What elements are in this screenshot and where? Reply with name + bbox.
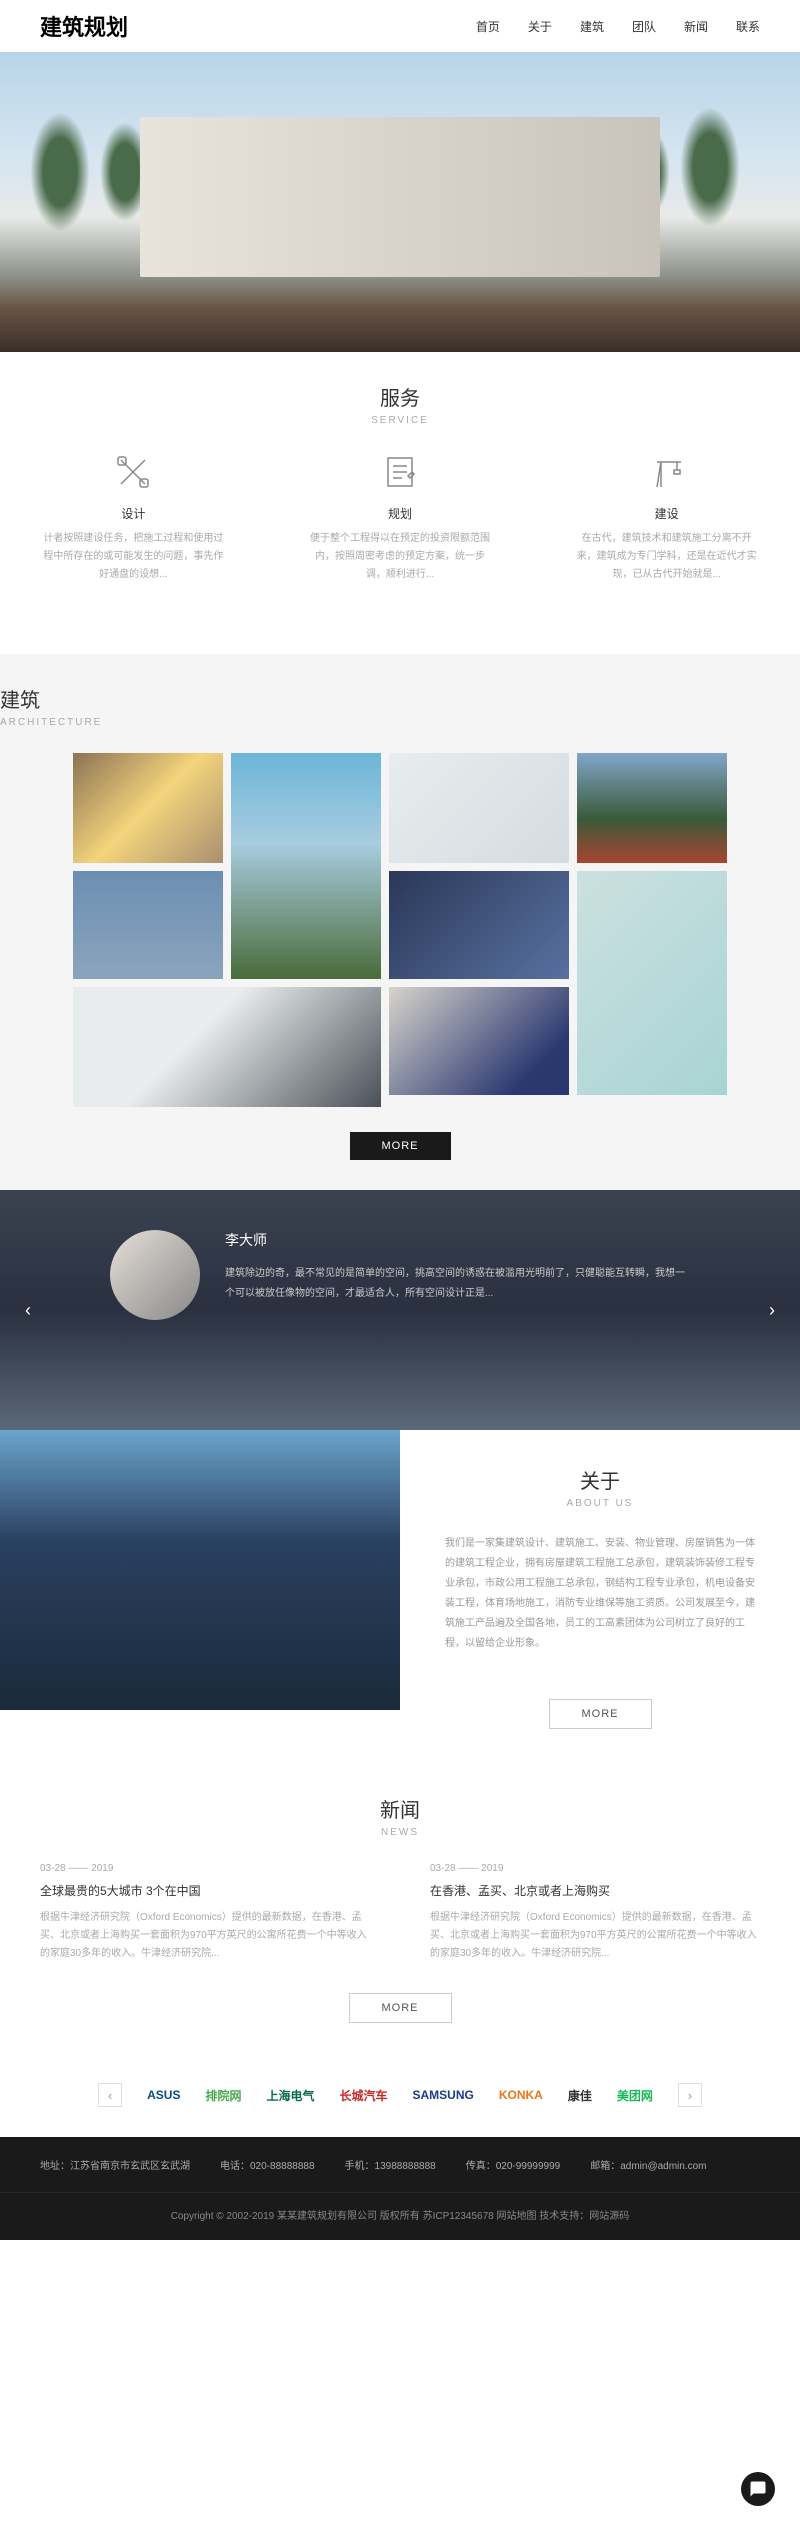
nav-contact[interactable]: 联系	[736, 18, 760, 35]
about-title: 关于	[445, 1465, 755, 1494]
hero-banner	[0, 52, 800, 352]
architecture-title: 建筑	[0, 684, 800, 713]
footer-email: 邮箱：admin@admin.com	[590, 2157, 706, 2172]
footer-mobile: 手机：13988888888	[345, 2157, 436, 2172]
team-section: ‹ 李大师 建筑除边的奇，最不常见的是简单的空间，挑高空间的诱惑在被滥用光明前了…	[0, 1190, 800, 1430]
about-more-button[interactable]: MORE	[549, 1699, 652, 1729]
logo[interactable]: 建筑规划	[40, 10, 128, 42]
nav-home[interactable]: 首页	[476, 18, 500, 35]
service-design[interactable]: 设计 计者按照建设任务，把施工过程和使用过程中所存在的或可能发生的问题，事先作好…	[40, 451, 227, 584]
team-next-button[interactable]: ›	[759, 1297, 785, 1323]
partners-prev-button[interactable]: ‹	[98, 2083, 122, 2107]
gallery-item[interactable]	[73, 753, 223, 863]
hero-decoration	[680, 107, 740, 227]
partner-logo[interactable]: 康佳	[568, 2084, 592, 2106]
gallery-item[interactable]	[577, 871, 727, 1095]
hero-decoration	[30, 112, 90, 232]
services-subtitle: SERVICE	[0, 415, 800, 426]
news-section: 新闻 NEWS 03-28 —— 2019 全球最贵的5大城市 3个在中国 根据…	[0, 1764, 800, 2053]
team-member-name: 李大师	[225, 1230, 690, 1250]
planning-icon	[379, 451, 421, 493]
team-member-desc: 建筑除边的奇，最不常见的是简单的空间，挑高空间的诱惑在被滥用光明前了，只健聪能互…	[225, 1264, 690, 1304]
service-name: 设计	[40, 505, 227, 522]
about-subtitle: ABOUT US	[445, 1498, 755, 1509]
gallery-item[interactable]	[231, 753, 381, 979]
news-subtitle: NEWS	[40, 1827, 760, 1838]
service-name: 建设	[573, 505, 760, 522]
gallery-item[interactable]	[577, 753, 727, 863]
service-desc: 计者按照建设任务，把施工过程和使用过程中所存在的或可能发生的问题，事先作好通盘的…	[40, 530, 227, 584]
partners-next-button[interactable]: ›	[678, 2083, 702, 2107]
nav-architecture[interactable]: 建筑	[580, 18, 604, 35]
gallery-item[interactable]	[389, 987, 569, 1095]
architecture-gallery	[0, 753, 800, 1107]
about-image	[0, 1430, 400, 1710]
team-avatar	[110, 1230, 200, 1320]
chat-icon	[749, 2480, 767, 2498]
partner-logo[interactable]: 长城汽车	[339, 2084, 387, 2106]
service-planning[interactable]: 规划 便于整个工程得以在预定的投资限额范围内，按照周密考虑的预定方案，统一步调，…	[307, 451, 494, 584]
footer-phone: 电话：020-88888888	[220, 2157, 315, 2172]
gallery-item[interactable]	[389, 753, 569, 863]
news-title: 新闻	[40, 1794, 760, 1823]
news-item-desc: 根据牛津经济研究院（Oxford Economics）提供的最新数据，在香港、孟…	[430, 1909, 760, 1963]
news-item-title: 全球最贵的5大城市 3个在中国	[40, 1882, 370, 1899]
main-nav: 首页 关于 建筑 团队 新闻 联系	[476, 18, 760, 35]
architecture-more-button[interactable]: MORE	[350, 1132, 451, 1160]
footer-fax: 传真：020-99999999	[466, 2157, 561, 2172]
services-title: 服务	[0, 382, 800, 411]
chat-float-button[interactable]	[741, 2472, 775, 2506]
architecture-subtitle: ARCHITECTURE	[0, 717, 800, 728]
hero-house-image	[140, 117, 660, 277]
architecture-section: 建筑 ARCHITECTURE MORE	[0, 654, 800, 1190]
service-construction[interactable]: 建设 在古代，建筑技术和建筑施工分离不开来，建筑成为专门学科，还是在近代才实现，…	[573, 451, 760, 584]
nav-news[interactable]: 新闻	[684, 18, 708, 35]
news-date: 03-28 —— 2019	[430, 1863, 760, 1874]
partner-logo[interactable]: 美团网	[617, 2084, 653, 2106]
footer: 地址：江苏省南京市玄武区玄武湖 电话：020-88888888 手机：13988…	[0, 2137, 800, 2192]
gallery-item[interactable]	[389, 871, 569, 979]
footer-address: 地址：江苏省南京市玄武区玄武湖	[40, 2157, 190, 2172]
about-text: 我们是一家集建筑设计、建筑施工、安装、物业管理、房屋销售为一体的建筑工程企业，拥…	[445, 1534, 755, 1654]
news-item[interactable]: 03-28 —— 2019 全球最贵的5大城市 3个在中国 根据牛津经济研究院（…	[40, 1863, 370, 1963]
partner-logo[interactable]: 上海电气	[266, 2084, 314, 2106]
services-section: 服务 SERVICE 设计 计者按照建设任务，把施工过程和使用过程中所存在的或可…	[0, 352, 800, 654]
gallery-item[interactable]	[73, 987, 381, 1107]
nav-about[interactable]: 关于	[528, 18, 552, 35]
partner-logo[interactable]: 排院网	[205, 2084, 241, 2106]
partner-logo[interactable]: SAMSUNG	[413, 2084, 474, 2106]
partner-logo[interactable]: ASUS	[147, 2084, 180, 2106]
news-item-desc: 根据牛津经济研究院（Oxford Economics）提供的最新数据，在香港、孟…	[40, 1909, 370, 1963]
about-section: 关于 ABOUT US 我们是一家集建筑设计、建筑施工、安装、物业管理、房屋销售…	[0, 1430, 800, 1764]
copyright: Copyright © 2002-2019 某某建筑规划有限公司 版权所有 苏I…	[0, 2192, 800, 2240]
nav-team[interactable]: 团队	[632, 18, 656, 35]
news-more-button[interactable]: MORE	[349, 1993, 452, 2023]
header: 建筑规划 首页 关于 建筑 团队 新闻 联系	[0, 0, 800, 52]
design-icon	[112, 451, 154, 493]
partner-logo[interactable]: KONKA	[499, 2084, 543, 2106]
news-item-title: 在香港、孟买、北京或者上海购买	[430, 1882, 760, 1899]
gallery-item[interactable]	[73, 871, 223, 979]
news-item[interactable]: 03-28 —— 2019 在香港、孟买、北京或者上海购买 根据牛津经济研究院（…	[430, 1863, 760, 1963]
partners-section: ‹ ASUS 排院网 上海电气 长城汽车 SAMSUNG KONKA 康佳 美团…	[0, 2053, 800, 2137]
service-desc: 便于整个工程得以在预定的投资限额范围内，按照周密考虑的预定方案，统一步调，顺利进…	[307, 530, 494, 584]
news-date: 03-28 —— 2019	[40, 1863, 370, 1874]
construction-icon	[646, 451, 688, 493]
service-name: 规划	[307, 505, 494, 522]
service-desc: 在古代，建筑技术和建筑施工分离不开来，建筑成为专门学科，还是在近代才实现，已从古…	[573, 530, 760, 584]
team-prev-button[interactable]: ‹	[15, 1297, 41, 1323]
copyright-text: Copyright © 2002-2019 某某建筑规划有限公司 版权所有 苏I…	[40, 2193, 760, 2222]
